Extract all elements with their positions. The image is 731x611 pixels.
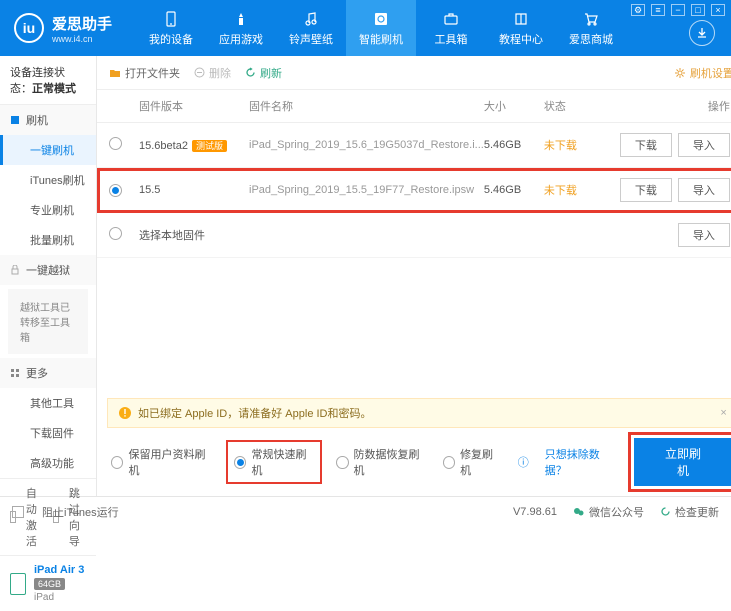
col-ops: 操作 bbox=[604, 98, 731, 114]
music-icon bbox=[302, 10, 320, 28]
import-button[interactable]: 导入 bbox=[678, 133, 730, 157]
nav-label: 爱思商城 bbox=[569, 31, 613, 47]
book-icon bbox=[512, 10, 530, 28]
col-version: 固件版本 bbox=[139, 98, 249, 114]
col-size: 大小 bbox=[484, 98, 544, 114]
wechat-link[interactable]: 微信公众号 bbox=[573, 504, 644, 520]
row-filename: iPad_Spring_2019_15.6_19G5037d_Restore.i… bbox=[249, 139, 484, 151]
phone-icon bbox=[162, 10, 180, 28]
option-normal-flash[interactable]: 常规快速刷机 bbox=[228, 442, 320, 482]
nav-store[interactable]: 爱思商城 bbox=[556, 0, 626, 56]
row-radio[interactable] bbox=[109, 137, 122, 150]
tablet-icon bbox=[10, 573, 26, 595]
nav-label: 应用游戏 bbox=[219, 31, 263, 47]
section-flash[interactable]: 刷机 bbox=[0, 105, 96, 135]
erase-only-link[interactable]: 只想抹除数据？ bbox=[545, 446, 618, 478]
device-type: iPad bbox=[34, 592, 84, 603]
device-capacity: 64GB bbox=[34, 578, 65, 590]
refresh-square-icon bbox=[372, 10, 390, 28]
refresh-button[interactable]: 刷新 bbox=[245, 65, 282, 81]
toolbox-icon bbox=[442, 10, 460, 28]
row-filename: iPad_Spring_2019_15.5_19F77_Restore.ipsw bbox=[249, 184, 484, 196]
jailbreak-note: 越狱工具已转移至工具箱 bbox=[8, 289, 88, 354]
nav-label: 工具箱 bbox=[435, 31, 468, 47]
nav-my-device[interactable]: 我的设备 bbox=[136, 0, 206, 56]
row-radio[interactable] bbox=[109, 227, 122, 240]
alert-text: 如已绑定 Apple ID，请准备好 Apple ID和密码。 bbox=[138, 405, 372, 421]
firmware-row[interactable]: 15.5 iPad_Spring_2019_15.5_19F77_Restore… bbox=[97, 168, 731, 213]
device-info[interactable]: iPad Air 3 64GB iPad bbox=[0, 555, 96, 611]
info-icon[interactable]: ⓘ bbox=[518, 454, 529, 470]
download-manager-button[interactable] bbox=[689, 20, 715, 46]
check-update-link[interactable]: 检查更新 bbox=[660, 504, 719, 520]
sidebar-item-oneclick[interactable]: 一键刷机 bbox=[0, 135, 96, 165]
row-version: 15.5 bbox=[139, 184, 160, 196]
option-repair-flash[interactable]: 修复刷机 bbox=[443, 446, 502, 478]
win-settings-icon[interactable]: ⚙ bbox=[631, 4, 645, 16]
app-url: www.i4.cn bbox=[52, 34, 112, 44]
logo: iu 爱思助手 www.i4.cn bbox=[0, 0, 126, 56]
connection-status: 设备连接状态：正常模式 bbox=[0, 56, 96, 105]
cart-icon bbox=[582, 10, 600, 28]
warning-icon bbox=[118, 406, 132, 420]
sidebar-item-advanced[interactable]: 高级功能 bbox=[0, 448, 96, 478]
nav-label: 教程中心 bbox=[499, 31, 543, 47]
row-size: 5.46GB bbox=[484, 139, 544, 151]
row-state: 未下载 bbox=[544, 137, 604, 153]
sidebar-item-other-tools[interactable]: 其他工具 bbox=[0, 388, 96, 418]
wechat-icon bbox=[573, 506, 585, 518]
nav-label: 智能刷机 bbox=[359, 31, 403, 47]
option-anti-recovery[interactable]: 防数据恢复刷机 bbox=[336, 446, 427, 478]
import-button[interactable]: 导入 bbox=[678, 178, 730, 202]
beta-tag: 测试版 bbox=[192, 140, 227, 152]
nav-toolbox[interactable]: 工具箱 bbox=[416, 0, 486, 56]
row-state: 未下载 bbox=[544, 182, 604, 198]
import-button[interactable]: 导入 bbox=[678, 223, 730, 247]
block-itunes-label: 阻止iTunes运行 bbox=[42, 504, 119, 520]
win-close-icon[interactable]: × bbox=[711, 4, 725, 16]
row-version: 15.6beta2 bbox=[139, 140, 188, 152]
option-keep-data[interactable]: 保留用户资料刷机 bbox=[111, 446, 212, 478]
row-size: 5.46GB bbox=[484, 184, 544, 196]
nav-label: 铃声壁纸 bbox=[289, 31, 333, 47]
nav-smart-flash[interactable]: 智能刷机 bbox=[346, 0, 416, 56]
row-radio[interactable] bbox=[109, 184, 122, 197]
section-jailbreak[interactable]: 一键越狱 bbox=[0, 255, 96, 285]
sidebar-item-itunes[interactable]: iTunes刷机 bbox=[0, 165, 96, 195]
win-minimize-icon[interactable]: − bbox=[671, 4, 685, 16]
win-menu-icon[interactable]: ≡ bbox=[651, 4, 665, 16]
nav-tutorials[interactable]: 教程中心 bbox=[486, 0, 556, 56]
win-maximize-icon[interactable]: □ bbox=[691, 4, 705, 16]
open-folder-button[interactable]: 打开文件夹 bbox=[109, 65, 180, 81]
flash-settings-button[interactable]: 刷机设置 bbox=[674, 65, 731, 81]
start-flash-button[interactable]: 立即刷机 bbox=[634, 438, 731, 486]
app-title: 爱思助手 bbox=[52, 13, 112, 34]
alert-close-icon[interactable]: × bbox=[720, 407, 726, 419]
update-icon bbox=[660, 506, 671, 517]
apple-id-alert: 如已绑定 Apple ID，请准备好 Apple ID和密码。 × bbox=[107, 398, 731, 428]
logo-icon: iu bbox=[14, 13, 44, 43]
download-button[interactable]: 下载 bbox=[620, 133, 672, 157]
col-filename: 固件名称 bbox=[249, 98, 484, 114]
sidebar-item-download-fw[interactable]: 下载固件 bbox=[0, 418, 96, 448]
nav-label: 我的设备 bbox=[149, 31, 193, 47]
firmware-row[interactable]: 15.6beta2 测试版 iPad_Spring_2019_15.6_19G50… bbox=[97, 123, 731, 168]
sidebar-item-batch[interactable]: 批量刷机 bbox=[0, 225, 96, 255]
version-label: V7.98.61 bbox=[513, 506, 557, 518]
nav-apps[interactable]: 应用游戏 bbox=[206, 0, 276, 56]
select-local-row[interactable]: 选择本地固件 导入 bbox=[97, 213, 731, 258]
download-button[interactable]: 下载 bbox=[620, 178, 672, 202]
select-local-label: 选择本地固件 bbox=[139, 227, 604, 243]
sidebar-item-pro[interactable]: 专业刷机 bbox=[0, 195, 96, 225]
device-name: iPad Air 3 bbox=[34, 564, 84, 576]
col-state: 状态 bbox=[544, 98, 604, 114]
app-icon bbox=[232, 10, 250, 28]
block-itunes-checkbox[interactable] bbox=[12, 506, 24, 518]
delete-button[interactable]: 删除 bbox=[194, 65, 231, 81]
auto-activate-label: 自动激活 bbox=[26, 485, 43, 549]
section-more[interactable]: 更多 bbox=[0, 358, 96, 388]
nav-ringtones[interactable]: 铃声壁纸 bbox=[276, 0, 346, 56]
